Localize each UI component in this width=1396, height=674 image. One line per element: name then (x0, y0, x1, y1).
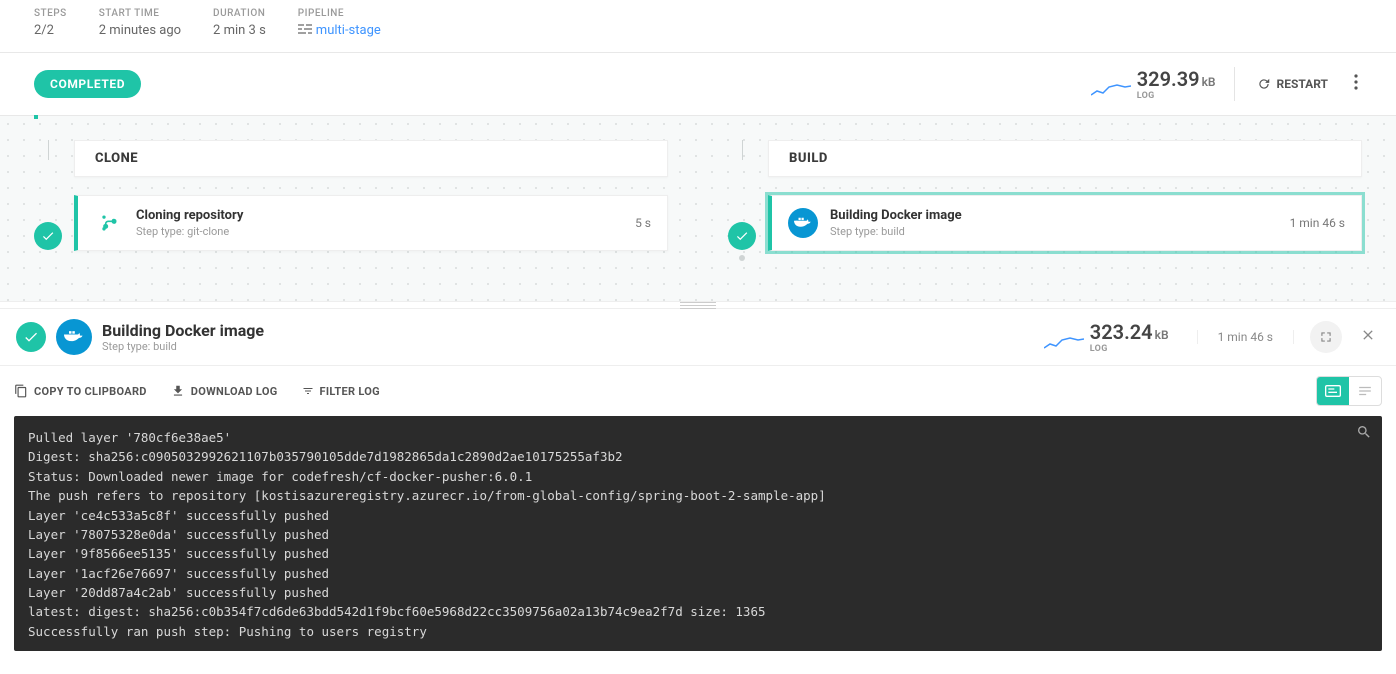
stage-status-success-icon (728, 222, 756, 250)
build-log-metric: 329.39kB LOG (1073, 67, 1235, 101)
copy-clipboard-label: COPY TO CLIPBOARD (34, 385, 147, 398)
step-title: Building Docker image (830, 208, 1278, 223)
meta-duration-label: DURATION (213, 8, 266, 19)
step-title: Cloning repository (136, 208, 623, 223)
meta-pipeline: PIPELINE multi-stage (298, 8, 381, 38)
log-view-rich-button[interactable] (1317, 377, 1349, 405)
sparkline-icon (1044, 334, 1084, 354)
filter-icon (302, 385, 314, 397)
meta-start-value: 2 minutes ago (99, 23, 181, 38)
log-view-toggle (1316, 376, 1382, 406)
step-log-metric: 323.24kB LOG (1026, 320, 1187, 354)
plain-view-icon (1358, 385, 1372, 397)
step-duration: 5 s (635, 216, 651, 230)
expand-icon (1319, 330, 1333, 344)
git-branch-icon (94, 208, 124, 238)
download-icon (171, 384, 185, 398)
download-log-label: DOWNLOAD LOG (191, 385, 278, 398)
step-detail-success-icon (16, 322, 46, 352)
step-detail-header: Building Docker image Step type: build 3… (0, 309, 1396, 366)
log-toolbar: COPY TO CLIPBOARD DOWNLOAD LOG FILTER LO… (0, 366, 1396, 416)
meta-steps: STEPS 2/2 (34, 8, 67, 38)
stage-status-success-icon (34, 222, 62, 250)
meta-duration-value: 2 min 3 s (213, 23, 266, 38)
step-log-unit: kB (1155, 328, 1169, 342)
log-text: Pulled layer '780cf6e38ae5' Digest: sha2… (28, 428, 1368, 641)
pipeline-icon (298, 23, 312, 38)
filter-log-label: FILTER LOG (320, 385, 380, 398)
docker-icon (56, 319, 92, 355)
step-subtitle: Step type: build (830, 225, 1278, 238)
meta-start-label: START TIME (99, 8, 181, 19)
stage-rail (728, 140, 756, 261)
build-log-unit: kB (1202, 75, 1216, 89)
meta-steps-value: 2/2 (34, 23, 67, 38)
meta-pipeline-label: PIPELINE (298, 8, 381, 19)
more-vert-icon (1354, 74, 1358, 90)
close-icon (1360, 327, 1376, 343)
step-card-building-docker-image[interactable]: Building Docker image Step type: build 1… (768, 195, 1362, 251)
step-card-cloning-repository[interactable]: Cloning repository Step type: git-clone … (74, 195, 668, 251)
meta-bar: STEPS 2/2 START TIME 2 minutes ago DURAT… (0, 0, 1396, 53)
canvas-indicator (34, 115, 38, 119)
build-log-label: LOG (1137, 91, 1155, 101)
pipeline-canvas[interactable]: CLONE Cloning repository Step type: git-… (0, 115, 1396, 301)
stage-rail (34, 140, 62, 261)
stage-column-clone: CLONE Cloning repository Step type: git-… (34, 140, 668, 261)
meta-steps-label: STEPS (34, 8, 67, 19)
step-subtitle: Step type: git-clone (136, 225, 623, 238)
build-log-value: 329.39 (1137, 67, 1200, 91)
step-log-value: 323.24 (1090, 320, 1153, 344)
stage-header-build: BUILD (768, 140, 1362, 177)
search-icon (1356, 424, 1372, 440)
step-detail-subtitle: Step type: build (102, 340, 1016, 353)
restart-button[interactable]: RESTART (1247, 77, 1338, 91)
expand-button[interactable] (1310, 321, 1342, 353)
meta-start-time: START TIME 2 minutes ago (99, 8, 181, 38)
log-output[interactable]: Pulled layer '780cf6e38ae5' Digest: sha2… (14, 416, 1382, 651)
filter-log-button[interactable]: FILTER LOG (302, 385, 380, 398)
step-detail-duration: 1 min 46 s (1197, 330, 1294, 344)
clipboard-icon (14, 384, 28, 398)
stage-column-build: BUILD Building Docker image Step type: b… (728, 140, 1362, 261)
status-row: COMPLETED 329.39kB LOG RESTART (0, 53, 1396, 115)
more-menu-button[interactable] (1350, 74, 1362, 94)
status-badge: COMPLETED (34, 70, 141, 98)
restart-icon (1257, 77, 1271, 91)
panel-resize-handle[interactable] (0, 301, 1396, 309)
docker-icon (788, 208, 818, 238)
download-log-button[interactable]: DOWNLOAD LOG (171, 384, 278, 398)
sparkline-icon (1091, 81, 1131, 101)
meta-duration: DURATION 2 min 3 s (213, 8, 266, 38)
step-detail-title: Building Docker image (102, 321, 1016, 340)
stage-header-clone: CLONE (74, 140, 668, 177)
restart-label: RESTART (1277, 77, 1328, 91)
copy-clipboard-button[interactable]: COPY TO CLIPBOARD (14, 384, 147, 398)
step-duration: 1 min 46 s (1290, 216, 1345, 230)
log-search-button[interactable] (1356, 424, 1372, 447)
step-log-label: LOG (1090, 344, 1108, 354)
rich-view-icon (1325, 385, 1341, 397)
meta-pipeline-link[interactable]: multi-stage (298, 23, 381, 38)
meta-pipeline-value[interactable]: multi-stage (316, 23, 381, 38)
log-view-plain-button[interactable] (1349, 377, 1381, 405)
close-button[interactable] (1356, 327, 1380, 347)
